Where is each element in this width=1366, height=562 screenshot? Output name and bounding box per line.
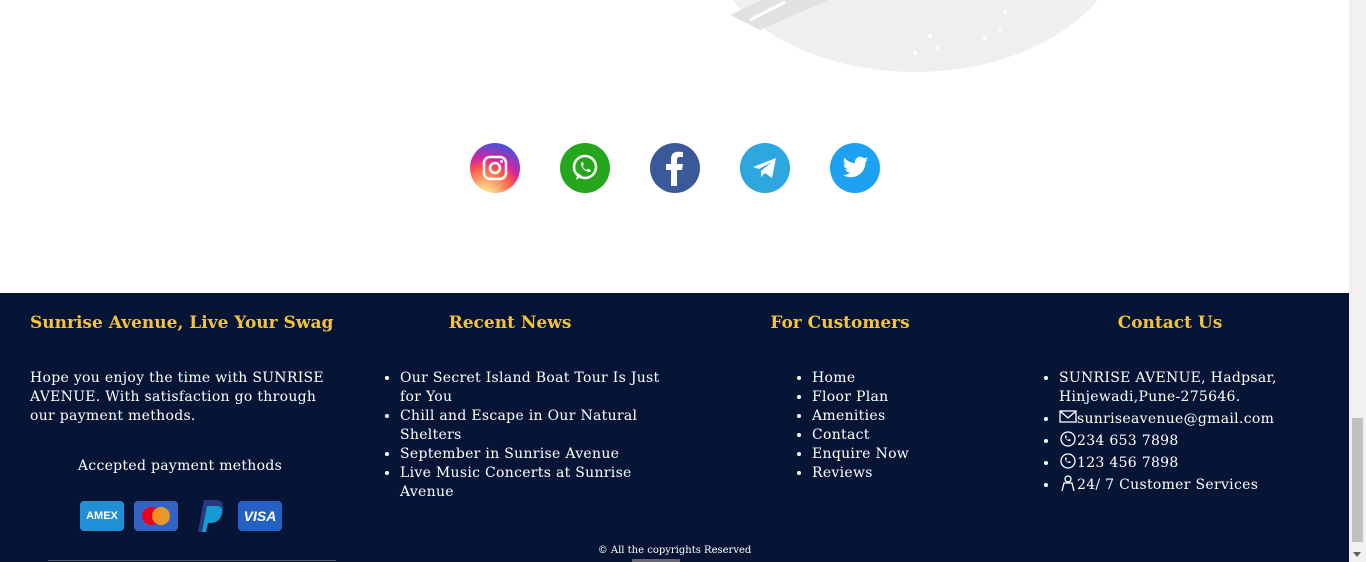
contact-service: 24/ 7 Customer Services <box>1077 477 1259 493</box>
mastercard-icon <box>134 501 178 531</box>
amex-icon: AMEX <box>80 501 124 531</box>
page-scrollbar[interactable] <box>1349 0 1366 562</box>
whatsapp-icon[interactable] <box>560 143 610 193</box>
contact-link[interactable]: Contact <box>812 426 994 445</box>
contact-heading: Contact Us <box>1117 313 1223 333</box>
social-links <box>470 143 880 193</box>
mail-icon <box>1059 410 1077 423</box>
news-link[interactable]: Chill and Escape in Our Natural Shelters <box>400 407 672 445</box>
news-link[interactable]: September in Sunrise Avenue <box>400 445 672 464</box>
contact-service-item: 24/ 7 Customer Services <box>1059 475 1341 495</box>
contact-list: SUNRISE AVENUE, Hadpsar, Hinjewadi,Pune-… <box>1041 369 1341 497</box>
about-heading: Sunrise Avenue, Live Your Swag <box>30 313 334 333</box>
accepted-payments-label: Accepted payment methods <box>77 458 283 474</box>
site-footer: Sunrise Avenue, Live Your Swag Recent Ne… <box>0 293 1349 562</box>
contact-phone-item[interactable]: 234 653 7898 <box>1059 431 1341 451</box>
reviews-link[interactable]: Reviews <box>812 464 994 483</box>
decorative-shape <box>730 0 1098 72</box>
news-link[interactable]: Live Music Concerts at Sunrise Avenue <box>400 464 672 502</box>
contact-phone-2[interactable]: 123 456 7898 <box>1077 455 1179 471</box>
scroll-down-arrow-icon[interactable] <box>1353 552 1361 557</box>
copyright-text: © All the copyrights Reserved <box>597 545 752 556</box>
visa-icon: VISA <box>238 501 282 531</box>
support-icon <box>1061 475 1075 491</box>
scrollbar-thumb[interactable] <box>1352 418 1363 542</box>
news-link[interactable]: Our Secret Island Boat Tour Is Just for … <box>400 369 672 407</box>
home-link[interactable]: Home <box>812 369 994 388</box>
twitter-icon[interactable] <box>830 143 880 193</box>
whatsapp-icon <box>1060 431 1076 447</box>
recent-news-list: Our Secret Island Boat Tour Is Just for … <box>382 369 672 502</box>
about-text: Hope you enjoy the time with SUNRISE AVE… <box>30 370 324 424</box>
contact-email-item[interactable]: sunriseavenue@gmail.com <box>1059 409 1341 429</box>
instagram-icon[interactable] <box>470 143 520 193</box>
contact-address: SUNRISE AVENUE, Hadpsar, Hinjewadi,Pune-… <box>1059 369 1341 407</box>
enquire-now-link[interactable]: Enquire Now <box>812 445 994 464</box>
divider <box>48 560 336 561</box>
customer-links: Home Floor Plan Amenities Contact Enquir… <box>794 369 994 483</box>
amenities-link[interactable]: Amenities <box>812 407 994 426</box>
customers-heading: For Customers <box>770 313 910 333</box>
contact-email[interactable]: sunriseavenue@gmail.com <box>1077 411 1274 427</box>
facebook-icon[interactable] <box>650 143 700 193</box>
contact-phone-item[interactable]: 123 456 7898 <box>1059 453 1341 473</box>
contact-phone-1[interactable]: 234 653 7898 <box>1077 433 1179 449</box>
top-section <box>0 0 1349 293</box>
floor-plan-link[interactable]: Floor Plan <box>812 388 994 407</box>
paypal-icon <box>188 498 228 534</box>
whatsapp-icon <box>1060 453 1076 469</box>
telegram-icon[interactable] <box>740 143 790 193</box>
payment-methods: AMEX VISA <box>80 498 282 534</box>
news-heading: Recent News <box>448 313 572 333</box>
